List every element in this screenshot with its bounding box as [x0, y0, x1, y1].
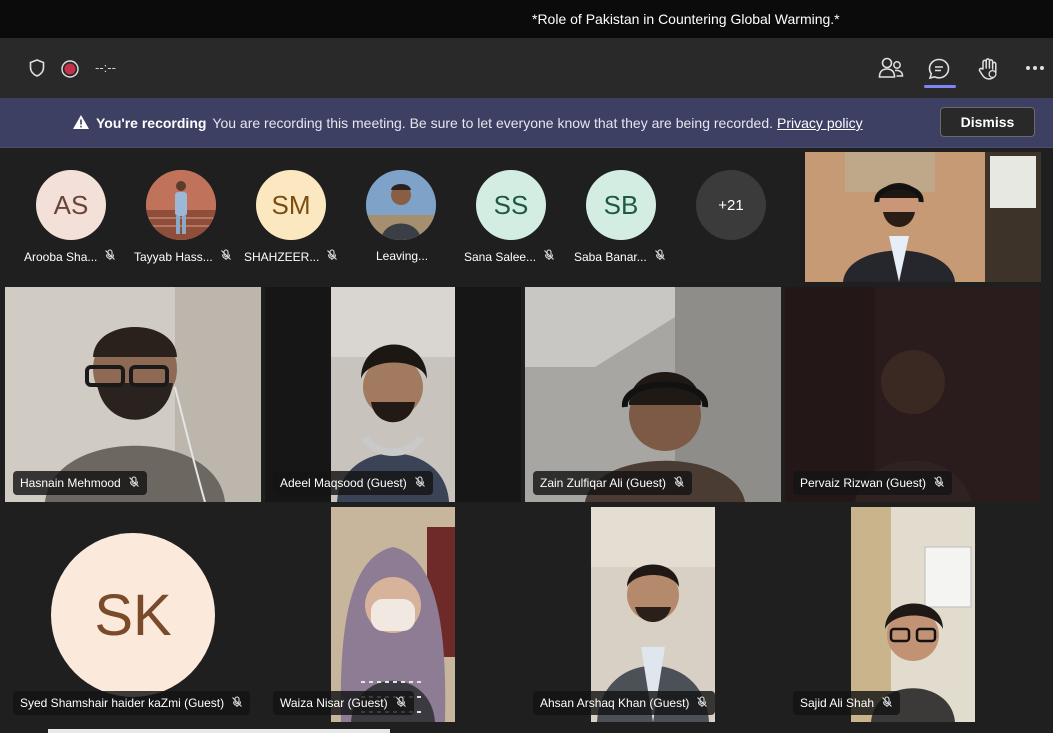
mic-off-icon	[881, 695, 893, 711]
participant-video	[785, 287, 1041, 502]
meeting-timer: --:--	[95, 60, 116, 75]
participant-name: Leaving...	[376, 249, 429, 263]
participant-name: Sajid Ali Shah	[800, 696, 875, 710]
participant-video	[591, 507, 715, 722]
participant-label: SHAHZEER...	[244, 249, 338, 264]
recording-title: You're recording	[96, 115, 207, 131]
participant-name: Sana Salee...	[464, 249, 537, 264]
people-icon[interactable]	[878, 57, 904, 79]
recording-text: You are recording this meeting. Be sure …	[212, 115, 774, 131]
participant-name: Adeel Maqsood (Guest)	[280, 476, 407, 490]
recording-banner: You're recording You are recording this m…	[0, 98, 1053, 148]
participant-name: Ahsan Arshaq Khan (Guest)	[540, 696, 690, 710]
avatar-initials: SB	[603, 189, 639, 220]
participant-label: Arooba Sha...	[24, 249, 116, 264]
participant-name: Hasnain Mehmood	[20, 476, 121, 490]
avatar-initials: SS	[493, 189, 529, 220]
avatar-photo[interactable]	[366, 170, 436, 240]
raise-hand-icon[interactable]	[976, 57, 1000, 81]
participant-label: Leaving...	[376, 249, 428, 263]
dismiss-button[interactable]: Dismiss	[940, 107, 1035, 137]
participant-name: Arooba Sha...	[24, 249, 98, 264]
video-tile[interactable]: Ahsan Arshaq Khan (Guest)	[525, 507, 781, 722]
video-tile[interactable]: SK Syed Shamshair haider kaZmi (Guest)	[5, 507, 261, 722]
mic-off-icon	[128, 475, 140, 491]
avatar-initials: SK	[94, 582, 172, 648]
video-tile[interactable]: Hasnain Mehmood	[5, 287, 261, 502]
participant-gallery: AS Arooba Sha... Tayyab Hass... SM SHAHZ…	[0, 148, 800, 283]
more-participants-button[interactable]: +21	[696, 170, 766, 240]
overflow-count: +21	[718, 196, 744, 214]
record-icon[interactable]	[61, 60, 79, 78]
mic-off-icon	[395, 695, 407, 711]
chat-icon[interactable]	[927, 57, 951, 81]
video-tile[interactable]: Adeel Maqsood (Guest)	[265, 287, 521, 502]
participant-name-tag: Adeel Maqsood (Guest)	[273, 471, 433, 495]
mic-off-icon	[104, 249, 116, 264]
avatar: SK	[51, 533, 215, 697]
participant-label: Tayyab Hass...	[134, 249, 232, 264]
avatar[interactable]: SB	[586, 170, 656, 240]
participant-name: Zain Zulfiqar Ali (Guest)	[540, 476, 667, 490]
avatar-initials: AS	[53, 189, 89, 220]
participant-name: Waiza Nisar (Guest)	[280, 696, 388, 710]
mic-off-icon	[654, 249, 666, 264]
participant-video	[851, 507, 975, 722]
window-titlebar: *Role of Pakistan in Countering Global W…	[0, 0, 1053, 38]
participant-name-tag: Pervaiz Rizwan (Guest)	[793, 471, 953, 495]
recording-message: You're recording You are recording this m…	[96, 115, 863, 131]
mic-off-icon	[933, 475, 945, 491]
avatar[interactable]: AS	[36, 170, 106, 240]
video-tile[interactable]: Pervaiz Rizwan (Guest)	[785, 287, 1041, 502]
participant-label: Saba Banar...	[574, 249, 666, 264]
participant-name: Syed Shamshair haider kaZmi (Guest)	[20, 696, 225, 710]
video-tile[interactable]: Zain Zulfiqar Ali (Guest)	[525, 287, 781, 502]
participant-name: Saba Banar...	[574, 249, 647, 264]
avatar[interactable]: SM	[256, 170, 326, 240]
participant-name-tag: Ahsan Arshaq Khan (Guest)	[533, 691, 716, 715]
chat-active-indicator	[924, 85, 956, 88]
participant-name: Tayyab Hass...	[134, 249, 213, 264]
meeting-toolbar: --:--	[0, 38, 1053, 98]
participant-name-tag: Zain Zulfiqar Ali (Guest)	[533, 471, 693, 495]
mic-off-icon	[326, 249, 338, 264]
taskbar-edge	[48, 729, 390, 733]
participant-video	[525, 287, 781, 502]
participant-name-tag: Syed Shamshair haider kaZmi (Guest)	[13, 691, 251, 715]
participant-video	[331, 287, 455, 502]
mic-off-icon	[696, 695, 708, 711]
mic-off-icon	[231, 695, 243, 711]
participant-name-tag: Waiza Nisar (Guest)	[273, 691, 414, 715]
meeting-title: *Role of Pakistan in Countering Global W…	[532, 11, 840, 27]
participant-name: Pervaiz Rizwan (Guest)	[800, 476, 927, 490]
participant-video	[331, 507, 455, 722]
participant-name-tag: Sajid Ali Shah	[793, 691, 901, 715]
more-icon[interactable]	[1024, 64, 1046, 72]
video-tile[interactable]: Waiza Nisar (Guest)	[265, 507, 521, 722]
warning-icon	[72, 114, 90, 135]
video-tile[interactable]: Sajid Ali Shah	[785, 507, 1041, 722]
mic-off-icon	[220, 249, 232, 264]
participant-label: Sana Salee...	[464, 249, 555, 264]
participant-name-tag: Hasnain Mehmood	[13, 471, 147, 495]
participant-video	[5, 287, 261, 502]
avatar-photo[interactable]	[146, 170, 216, 240]
participant-name: SHAHZEER...	[244, 249, 320, 264]
shield-icon[interactable]	[28, 59, 46, 77]
mic-off-icon	[543, 249, 555, 264]
privacy-policy-link[interactable]: Privacy policy	[777, 115, 863, 131]
mic-off-icon	[673, 475, 685, 491]
avatar[interactable]: SS	[476, 170, 546, 240]
avatar-initials: SM	[271, 189, 311, 220]
self-video-preview[interactable]	[805, 152, 1041, 282]
mic-off-icon	[414, 475, 426, 491]
